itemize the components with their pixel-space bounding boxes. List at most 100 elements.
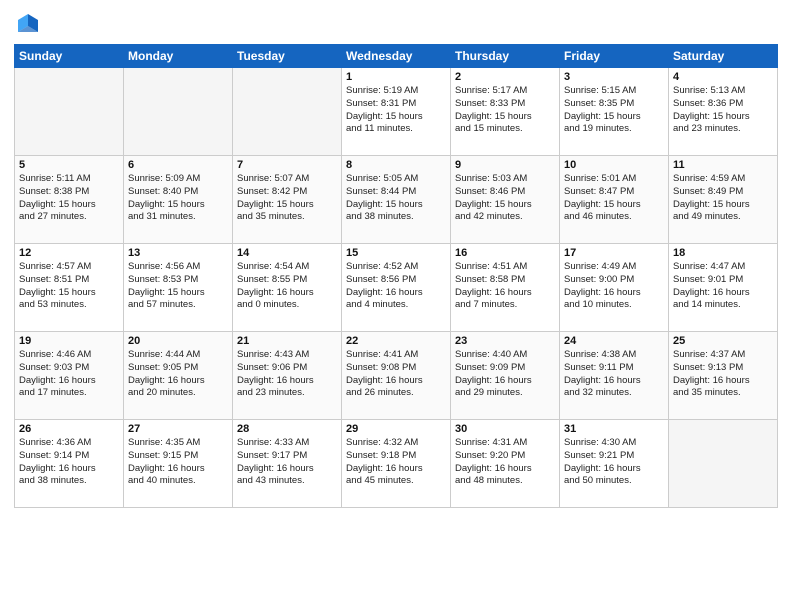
calendar-cell [124, 68, 233, 156]
calendar-cell: 16 Sunrise: 4:51 AM Sunset: 8:58 PM Dayli… [451, 244, 560, 332]
calendar-cell: 29 Sunrise: 4:32 AM Sunset: 9:18 PM Dayli… [342, 420, 451, 508]
day-detail: Sunrise: 4:44 AM Sunset: 9:05 PM Dayligh… [128, 349, 228, 400]
day-number: 9 [455, 159, 555, 171]
calendar-cell: 18 Sunrise: 4:47 AM Sunset: 9:01 PM Dayli… [669, 244, 778, 332]
logo [14, 10, 46, 38]
calendar-week-row: 5 Sunrise: 5:11 AM Sunset: 8:38 PM Daylig… [15, 156, 778, 244]
day-number: 16 [455, 247, 555, 259]
day-detail: Sunrise: 4:57 AM Sunset: 8:51 PM Dayligh… [19, 261, 119, 312]
weekday-header: Monday [124, 45, 233, 68]
calendar-cell: 17 Sunrise: 4:49 AM Sunset: 9:00 PM Dayli… [560, 244, 669, 332]
calendar-cell: 23Sunrise: 4:40 AM Sunset: 9:09 PM Dayli… [451, 332, 560, 420]
calendar-cell: 24 Sunrise: 4:38 AM Sunset: 9:11 PM Dayli… [560, 332, 669, 420]
calendar-cell: 28 Sunrise: 4:33 AM Sunset: 9:17 PM Dayli… [233, 420, 342, 508]
day-number: 1 [346, 71, 446, 83]
day-number: 29 [346, 423, 446, 435]
day-number: 17 [564, 247, 664, 259]
day-number: 26 [19, 423, 119, 435]
day-detail: Sunrise: 5:01 AM Sunset: 8:47 PM Dayligh… [564, 173, 664, 224]
day-number: 3 [564, 71, 664, 83]
day-number: 25 [673, 335, 773, 347]
calendar-cell [15, 68, 124, 156]
calendar-cell: 2 Sunrise: 5:17 AM Sunset: 8:33 PM Daylig… [451, 68, 560, 156]
calendar-cell: 31Sunrise: 4:30 AM Sunset: 9:21 PM Dayli… [560, 420, 669, 508]
day-detail: Sunrise: 4:52 AM Sunset: 8:56 PM Dayligh… [346, 261, 446, 312]
day-detail: Sunrise: 4:36 AM Sunset: 9:14 PM Dayligh… [19, 437, 119, 488]
day-detail: Sunrise: 4:59 AM Sunset: 8:49 PM Dayligh… [673, 173, 773, 224]
day-number: 13 [128, 247, 228, 259]
calendar-cell: 14 Sunrise: 4:54 AM Sunset: 8:55 PM Dayli… [233, 244, 342, 332]
day-detail: Sunrise: 4:54 AM Sunset: 8:55 PM Dayligh… [237, 261, 337, 312]
calendar-cell: 25 Sunrise: 4:37 AM Sunset: 9:13 PM Dayli… [669, 332, 778, 420]
calendar-cell: 27Sunrise: 4:35 AM Sunset: 9:15 PM Dayli… [124, 420, 233, 508]
day-number: 22 [346, 335, 446, 347]
day-detail: Sunrise: 4:41 AM Sunset: 9:08 PM Dayligh… [346, 349, 446, 400]
day-number: 7 [237, 159, 337, 171]
day-number: 5 [19, 159, 119, 171]
day-number: 19 [19, 335, 119, 347]
day-detail: Sunrise: 4:37 AM Sunset: 9:13 PM Dayligh… [673, 349, 773, 400]
weekday-header: Thursday [451, 45, 560, 68]
day-detail: Sunrise: 4:49 AM Sunset: 9:00 PM Dayligh… [564, 261, 664, 312]
day-detail: Sunrise: 5:19 AM Sunset: 8:31 PM Dayligh… [346, 85, 446, 136]
day-detail: Sunrise: 4:40 AM Sunset: 9:09 PM Dayligh… [455, 349, 555, 400]
day-number: 21 [237, 335, 337, 347]
day-detail: Sunrise: 4:56 AM Sunset: 8:53 PM Dayligh… [128, 261, 228, 312]
day-detail: Sunrise: 4:32 AM Sunset: 9:18 PM Dayligh… [346, 437, 446, 488]
day-number: 6 [128, 159, 228, 171]
day-number: 18 [673, 247, 773, 259]
day-detail: Sunrise: 4:31 AM Sunset: 9:20 PM Dayligh… [455, 437, 555, 488]
calendar-cell: 22 Sunrise: 4:41 AM Sunset: 9:08 PM Dayli… [342, 332, 451, 420]
day-number: 28 [237, 423, 337, 435]
day-detail: Sunrise: 5:17 AM Sunset: 8:33 PM Dayligh… [455, 85, 555, 136]
calendar-cell [233, 68, 342, 156]
calendar-cell: 21 Sunrise: 4:43 AM Sunset: 9:06 PM Dayli… [233, 332, 342, 420]
day-detail: Sunrise: 4:33 AM Sunset: 9:17 PM Dayligh… [237, 437, 337, 488]
calendar-week-row: 26 Sunrise: 4:36 AM Sunset: 9:14 PM Dayli… [15, 420, 778, 508]
calendar-cell: 9Sunrise: 5:03 AM Sunset: 8:46 PM Daylig… [451, 156, 560, 244]
day-number: 20 [128, 335, 228, 347]
day-detail: Sunrise: 5:07 AM Sunset: 8:42 PM Dayligh… [237, 173, 337, 224]
day-detail: Sunrise: 5:11 AM Sunset: 8:38 PM Dayligh… [19, 173, 119, 224]
calendar-cell: 10Sunrise: 5:01 AM Sunset: 8:47 PM Dayli… [560, 156, 669, 244]
day-detail: Sunrise: 4:46 AM Sunset: 9:03 PM Dayligh… [19, 349, 119, 400]
day-detail: Sunrise: 5:09 AM Sunset: 8:40 PM Dayligh… [128, 173, 228, 224]
day-detail: Sunrise: 5:13 AM Sunset: 8:36 PM Dayligh… [673, 85, 773, 136]
calendar-cell: 12Sunrise: 4:57 AM Sunset: 8:51 PM Dayli… [15, 244, 124, 332]
calendar-cell: 15 Sunrise: 4:52 AM Sunset: 8:56 PM Dayli… [342, 244, 451, 332]
day-detail: Sunrise: 4:43 AM Sunset: 9:06 PM Dayligh… [237, 349, 337, 400]
day-number: 24 [564, 335, 664, 347]
day-detail: Sunrise: 4:38 AM Sunset: 9:11 PM Dayligh… [564, 349, 664, 400]
calendar-cell: 30 Sunrise: 4:31 AM Sunset: 9:20 PM Dayli… [451, 420, 560, 508]
calendar-cell: 26 Sunrise: 4:36 AM Sunset: 9:14 PM Dayli… [15, 420, 124, 508]
calendar-week-row: 19 Sunrise: 4:46 AM Sunset: 9:03 PM Dayli… [15, 332, 778, 420]
calendar-cell: 4 Sunrise: 5:13 AM Sunset: 8:36 PM Daylig… [669, 68, 778, 156]
day-detail: Sunrise: 5:15 AM Sunset: 8:35 PM Dayligh… [564, 85, 664, 136]
calendar-cell: 13 Sunrise: 4:56 AM Sunset: 8:53 PM Dayli… [124, 244, 233, 332]
calendar-week-row: 12Sunrise: 4:57 AM Sunset: 8:51 PM Dayli… [15, 244, 778, 332]
header-row: SundayMondayTuesdayWednesdayThursdayFrid… [15, 45, 778, 68]
calendar-cell: 7 Sunrise: 5:07 AM Sunset: 8:42 PM Daylig… [233, 156, 342, 244]
day-detail: Sunrise: 4:47 AM Sunset: 9:01 PM Dayligh… [673, 261, 773, 312]
day-number: 15 [346, 247, 446, 259]
page: SundayMondayTuesdayWednesdayThursdayFrid… [0, 0, 792, 518]
calendar-week-row: 1 Sunrise: 5:19 AM Sunset: 8:31 PM Daylig… [15, 68, 778, 156]
day-number: 14 [237, 247, 337, 259]
header [14, 10, 778, 38]
day-number: 11 [673, 159, 773, 171]
day-number: 2 [455, 71, 555, 83]
day-number: 30 [455, 423, 555, 435]
day-number: 8 [346, 159, 446, 171]
day-detail: Sunrise: 4:30 AM Sunset: 9:21 PM Dayligh… [564, 437, 664, 488]
calendar-cell: 6 Sunrise: 5:09 AM Sunset: 8:40 PM Daylig… [124, 156, 233, 244]
day-number: 4 [673, 71, 773, 83]
weekday-header: Tuesday [233, 45, 342, 68]
day-detail: Sunrise: 4:51 AM Sunset: 8:58 PM Dayligh… [455, 261, 555, 312]
weekday-header: Wednesday [342, 45, 451, 68]
calendar-cell: 8Sunrise: 5:05 AM Sunset: 8:44 PM Daylig… [342, 156, 451, 244]
calendar-cell: 1 Sunrise: 5:19 AM Sunset: 8:31 PM Daylig… [342, 68, 451, 156]
calendar-table: SundayMondayTuesdayWednesdayThursdayFrid… [14, 44, 778, 508]
calendar-cell: 11 Sunrise: 4:59 AM Sunset: 8:49 PM Dayli… [669, 156, 778, 244]
calendar-cell: 20 Sunrise: 4:44 AM Sunset: 9:05 PM Dayli… [124, 332, 233, 420]
weekday-header: Friday [560, 45, 669, 68]
